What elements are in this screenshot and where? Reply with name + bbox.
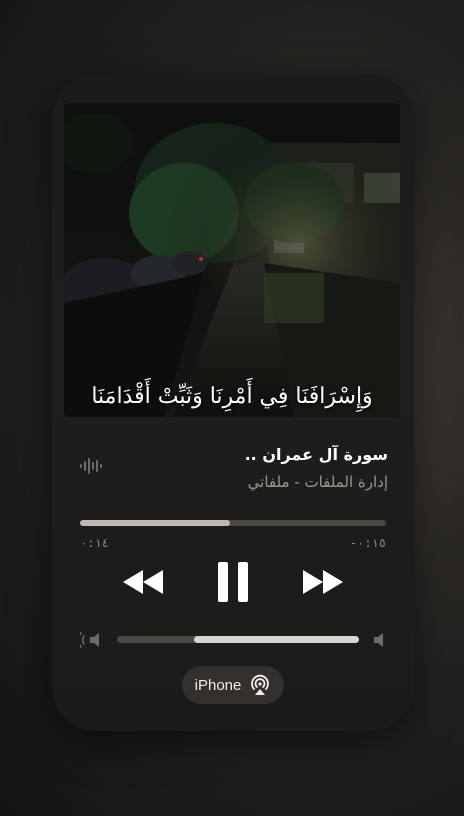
forward-icon[interactable] — [301, 568, 345, 596]
artwork-caption: وَإِسْرَافَنَا فِي أَمْرِنَا وَثَبِّتْ أ… — [91, 384, 373, 409]
airplay-icon — [251, 674, 270, 695]
airplay-button[interactable]: iPhone — [182, 666, 284, 704]
now-playing-card: وَإِسْرَافَنَا فِي أَمْرِنَا وَثَبِّتْ أ… — [52, 75, 414, 731]
track-title[interactable]: سورة آل عمران .. — [245, 445, 388, 464]
remaining-time: -٠:١٥ — [349, 536, 386, 550]
album-artwork: وَإِسْرَافَنَا فِي أَمْرِنَا وَثَبِّتْ أ… — [64, 103, 400, 417]
playback-scrubber[interactable] — [80, 520, 386, 526]
track-info: سورة آل عمران .. إدارة الملفات - ملفاتي — [74, 445, 388, 501]
volume-slider[interactable] — [117, 636, 359, 643]
speaker-low-icon — [80, 632, 99, 648]
speaker-high-icon — [374, 633, 383, 647]
volume-level — [194, 636, 359, 643]
backward-icon[interactable] — [121, 568, 165, 596]
track-subtitle: إدارة الملفات - ملفاتي — [247, 473, 388, 491]
playback-progress — [80, 520, 230, 526]
elapsed-time: ٠:١٤ — [80, 536, 109, 550]
airplay-device-label: iPhone — [194, 676, 242, 694]
waveform-icon — [80, 458, 102, 474]
pause-icon[interactable] — [217, 561, 249, 603]
